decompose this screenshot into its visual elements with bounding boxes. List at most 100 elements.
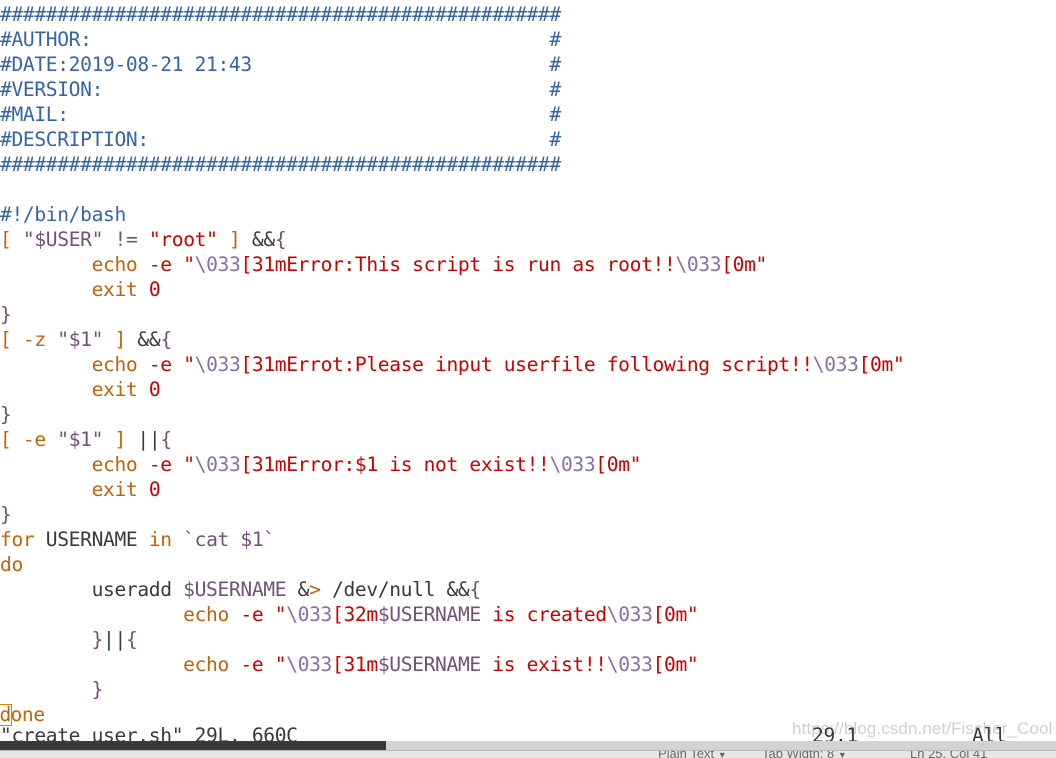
code-token-keyword-in: in bbox=[148, 528, 172, 551]
code-token-string: is created bbox=[480, 603, 607, 626]
code-token-comment: #DATE:2019-08-21 21:43 # bbox=[0, 53, 561, 76]
code-token-brace: { bbox=[274, 228, 287, 251]
code-token-cmd: echo bbox=[183, 653, 229, 676]
code-token-indent bbox=[0, 678, 92, 701]
code-token-string: [31mErrot:Please input userfile followin… bbox=[240, 353, 813, 376]
code-token-variable: $USERNAME bbox=[183, 578, 287, 601]
code-line: exit 0 bbox=[0, 477, 904, 502]
code-token-indent bbox=[0, 453, 92, 476]
code-token-bracket: [ bbox=[0, 328, 12, 351]
language-selector[interactable]: Plain Text ▼ bbox=[658, 750, 727, 758]
code-token-indent bbox=[0, 278, 92, 301]
code-token-comment: #AUTHOR: # bbox=[0, 28, 561, 51]
code-token-flag: -e bbox=[148, 353, 172, 376]
code-token-backtick-cmd: `cat $1` bbox=[183, 528, 275, 551]
language-label: Plain Text bbox=[658, 750, 715, 758]
bottom-status-bar: Plain Text ▼ Tab Width: 8 ▼ Ln 25, Col 4… bbox=[0, 750, 1056, 758]
code-token-indent bbox=[0, 628, 92, 651]
code-token-flag: -e bbox=[240, 603, 264, 626]
code-token-redirect: > bbox=[309, 578, 321, 601]
code-token-string: [0m" bbox=[595, 453, 642, 476]
code-line: echo -e "\033[31mError:This script is ru… bbox=[0, 252, 904, 277]
code-line: exit 0 bbox=[0, 277, 904, 302]
code-token-bracket: ] bbox=[229, 228, 241, 251]
code-token-cmd: exit bbox=[91, 278, 138, 301]
code-token-flag: -e bbox=[240, 653, 264, 676]
chevron-down-icon: ▼ bbox=[717, 750, 727, 758]
code-token-string: [0m" bbox=[858, 353, 905, 376]
code-token-quote: " bbox=[183, 353, 195, 376]
code-token-escape: \033 bbox=[549, 453, 596, 476]
code-token-path: /dev/null bbox=[320, 578, 447, 601]
code-token-escape: \033 bbox=[286, 653, 333, 676]
code-token-brace: } bbox=[0, 403, 12, 426]
code-token-comment: ########################################… bbox=[0, 153, 561, 176]
code-line: } bbox=[0, 402, 904, 427]
code-token-indent bbox=[0, 353, 92, 376]
code-token-escape: \033 bbox=[286, 603, 333, 626]
tab-width-label: Tab Width: 8 bbox=[762, 750, 835, 758]
code-token-indent bbox=[0, 253, 92, 276]
code-line: #!/bin/bash bbox=[0, 202, 904, 227]
code-token-comment: #DESCRIPTION: # bbox=[0, 128, 561, 151]
code-line: ########################################… bbox=[0, 2, 904, 27]
code-token-brace: } bbox=[0, 503, 12, 526]
code-token-comment: ########################################… bbox=[0, 3, 561, 26]
code-token-ident: USERNAME bbox=[34, 528, 149, 551]
code-token-flag: -e bbox=[148, 453, 172, 476]
code-token-brace: } bbox=[91, 678, 104, 701]
code-token-quote: " bbox=[274, 653, 287, 676]
editor-window: ########################################… bbox=[0, 0, 1056, 758]
code-line: [ "$USER" != "root" ] &&{ bbox=[0, 227, 904, 252]
code-token-string-var: "$1" bbox=[57, 428, 104, 451]
source-code[interactable]: ########################################… bbox=[0, 2, 905, 727]
code-token-string-var: "$1" bbox=[57, 328, 104, 351]
code-token-string: [31mError:$1 is not exist!! bbox=[240, 453, 550, 476]
code-line: }||{ bbox=[0, 627, 904, 652]
code-token-bracket: [ bbox=[0, 228, 12, 251]
code-token-flag: -e bbox=[148, 253, 172, 276]
code-token-flag: -e bbox=[22, 428, 46, 451]
code-token-indent: useradd bbox=[0, 578, 184, 601]
code-token-cmd: exit bbox=[91, 378, 138, 401]
code-token-escape: \033 bbox=[194, 253, 241, 276]
code-line: } bbox=[0, 302, 904, 327]
code-editor-area[interactable]: ########################################… bbox=[0, 0, 1056, 741]
code-token-and: && bbox=[251, 228, 275, 251]
code-token-or: || bbox=[137, 428, 161, 451]
tab-width-selector[interactable]: Tab Width: 8 ▼ bbox=[762, 750, 847, 758]
code-token-operator: != bbox=[114, 228, 138, 251]
code-token-variable: $USERNAME bbox=[377, 653, 481, 676]
code-token-brace: { bbox=[160, 428, 172, 451]
code-token-number: 0 bbox=[148, 478, 161, 501]
code-token-quote: " bbox=[183, 453, 195, 476]
code-token-cmd: exit bbox=[91, 478, 138, 501]
code-token-string: [0m" bbox=[652, 653, 699, 676]
line-column-indicator: Ln 25, Col 41 bbox=[910, 750, 988, 758]
code-line: useradd $USERNAME &> /dev/null &&{ bbox=[0, 577, 904, 602]
code-line: #AUTHOR: # bbox=[0, 27, 904, 52]
code-line: [ -e "$1" ] ||{ bbox=[0, 427, 904, 452]
horizontal-scrollbar-thumb[interactable] bbox=[0, 741, 386, 750]
code-line: #DATE:2019-08-21 21:43 # bbox=[0, 52, 904, 77]
code-token-brace: { bbox=[125, 628, 138, 651]
code-token-brace: } bbox=[91, 628, 104, 651]
code-token-bracket: [ bbox=[0, 428, 12, 451]
code-token-shebang: #!/bin/bash bbox=[0, 203, 126, 226]
